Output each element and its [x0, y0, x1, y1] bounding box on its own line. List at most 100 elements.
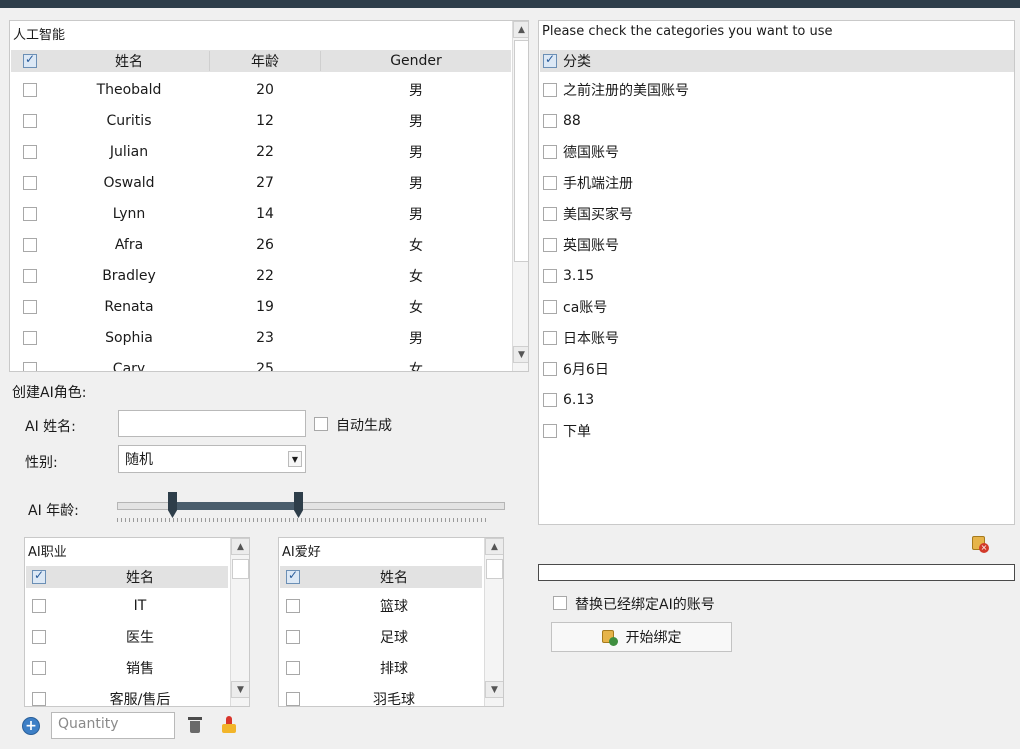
scroll-up-icon[interactable]: ▲ [231, 538, 249, 555]
category-checkbox[interactable] [543, 237, 557, 252]
jobs-column-header[interactable]: 姓名 [52, 567, 228, 587]
row-gender: 男 [409, 175, 423, 192]
jobs-scrollbar[interactable]: ▲ ▼ [230, 538, 249, 706]
list-item-checkbox[interactable] [286, 629, 300, 644]
list-item[interactable]: 客服/售后 [26, 683, 228, 706]
scroll-up-icon[interactable]: ▲ [513, 21, 528, 38]
category-checkbox[interactable] [543, 299, 557, 314]
category-item[interactable]: 3.15 [543, 260, 594, 291]
category-checkbox[interactable] [543, 175, 557, 190]
category-checkbox[interactable] [543, 361, 557, 376]
hobbies-select-all-checkbox[interactable] [286, 568, 300, 584]
category-checkbox[interactable] [543, 144, 557, 159]
row-checkbox[interactable] [23, 82, 37, 97]
table-row[interactable]: Theobald 20 男 [11, 74, 511, 105]
list-item[interactable]: 羽毛球 [280, 683, 482, 706]
table-row[interactable]: Julian 22 男 [11, 136, 511, 167]
list-item-checkbox[interactable] [286, 660, 300, 675]
add-icon[interactable]: + [22, 717, 40, 735]
category-item[interactable]: 美国买家号 [543, 198, 633, 229]
category-item[interactable]: 下单 [543, 415, 591, 446]
table-row[interactable]: Bradley 22 女 [11, 260, 511, 291]
category-item[interactable]: 英国账号 [543, 229, 619, 260]
category-item[interactable]: 之前注册的美国账号 [543, 74, 689, 105]
slider-handle-min[interactable] [168, 492, 177, 518]
category-item[interactable]: ca账号 [543, 291, 607, 322]
quantity-input[interactable]: Quantity [51, 712, 175, 739]
row-checkbox[interactable] [23, 237, 37, 252]
hobbies-column-header[interactable]: 姓名 [306, 567, 482, 587]
category-checkbox[interactable] [543, 268, 557, 283]
list-item-checkbox[interactable] [32, 691, 46, 706]
category-item[interactable]: 手机端注册 [543, 167, 633, 198]
scroll-up-icon[interactable]: ▲ [485, 538, 503, 555]
category-item[interactable]: 日本账号 [543, 322, 619, 353]
category-item[interactable]: 6月6日 [543, 353, 609, 384]
row-checkbox[interactable] [23, 113, 37, 128]
category-checkbox[interactable] [543, 330, 557, 345]
list-item-checkbox[interactable] [32, 598, 46, 613]
select-all-checkbox[interactable] [23, 52, 37, 68]
row-checkbox[interactable] [23, 330, 37, 345]
auto-generate-checkbox[interactable] [314, 417, 328, 431]
list-item[interactable]: 医生 [26, 621, 228, 652]
scroll-down-icon[interactable]: ▼ [231, 681, 249, 698]
category-checkbox[interactable] [543, 423, 557, 438]
row-checkbox[interactable] [23, 206, 37, 221]
table-row[interactable]: Oswald 27 男 [11, 167, 511, 198]
list-item[interactable]: 足球 [280, 621, 482, 652]
clear-icon[interactable] [221, 716, 237, 734]
categories-select-all-checkbox[interactable] [543, 52, 557, 68]
category-label: ca账号 [563, 299, 608, 316]
list-item[interactable]: 排球 [280, 652, 482, 683]
row-checkbox[interactable] [23, 361, 37, 371]
category-checkbox[interactable] [543, 113, 557, 128]
column-header-age[interactable]: 年龄 [209, 51, 321, 71]
jobs-select-all-checkbox[interactable] [32, 568, 46, 584]
ai-table-scrollbar[interactable]: ▲ ▼ [512, 21, 528, 371]
list-item-checkbox[interactable] [32, 660, 46, 675]
table-row[interactable]: Afra 26 女 [11, 229, 511, 260]
category-item[interactable]: 6.13 [543, 384, 594, 415]
list-item[interactable]: 篮球 [280, 590, 482, 621]
row-checkbox[interactable] [23, 144, 37, 159]
scroll-down-icon[interactable]: ▼ [513, 346, 528, 363]
category-item[interactable]: 88 [543, 105, 581, 136]
trash-icon[interactable] [188, 716, 202, 734]
column-header-name[interactable]: 姓名 [49, 51, 209, 71]
scroll-thumb[interactable] [514, 40, 528, 262]
category-label: 3.15 [563, 267, 595, 284]
table-row[interactable]: Lynn 14 男 [11, 198, 511, 229]
list-item[interactable]: IT [26, 590, 228, 621]
scroll-thumb[interactable] [486, 559, 503, 579]
row-checkbox[interactable] [23, 268, 37, 283]
table-row[interactable]: Renata 19 女 [11, 291, 511, 322]
start-binding-button[interactable]: 开始绑定 [551, 622, 732, 652]
column-header-gender[interactable]: Gender [321, 53, 511, 69]
age-range-slider[interactable] [117, 490, 505, 526]
table-row[interactable]: Curitis 12 男 [11, 105, 511, 136]
replace-bound-checkbox[interactable] [553, 596, 567, 610]
list-item-checkbox[interactable] [286, 598, 300, 613]
list-item-checkbox[interactable] [286, 691, 300, 706]
chevron-down-icon[interactable]: ▼ [288, 451, 302, 467]
gender-select[interactable]: 随机 ▼ [118, 445, 306, 473]
category-item[interactable]: 德国账号 [543, 136, 619, 167]
scroll-thumb[interactable] [232, 559, 249, 579]
delete-binding-icon[interactable]: × [971, 534, 989, 553]
row-checkbox[interactable] [23, 299, 37, 314]
category-checkbox[interactable] [543, 206, 557, 221]
row-checkbox[interactable] [23, 175, 37, 190]
category-checkbox[interactable] [543, 392, 557, 407]
ai-name-input[interactable] [118, 410, 306, 437]
scroll-down-icon[interactable]: ▼ [485, 681, 503, 698]
list-item[interactable]: 销售 [26, 652, 228, 683]
category-checkbox[interactable] [543, 82, 557, 97]
table-row[interactable]: Cary 25 女 [11, 353, 511, 371]
table-row[interactable]: Sophia 23 男 [11, 322, 511, 353]
categories-column-header[interactable]: 分类 [563, 51, 591, 71]
row-name: Lynn [112, 205, 146, 222]
list-item-checkbox[interactable] [32, 629, 46, 644]
hobbies-scrollbar[interactable]: ▲ ▼ [484, 538, 503, 706]
slider-handle-max[interactable] [294, 492, 303, 518]
